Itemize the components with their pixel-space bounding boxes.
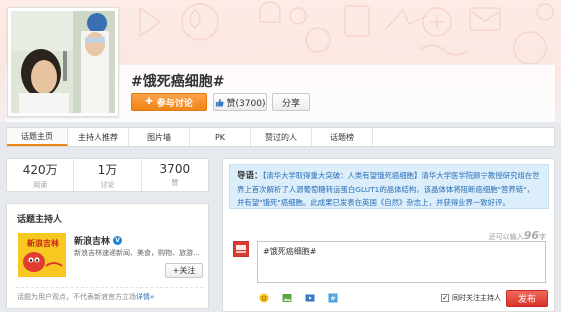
verified-icon: V xyxy=(113,236,123,245)
post-composer[interactable]: #饿死癌细胞# xyxy=(257,241,546,283)
user-avatar-art xyxy=(234,242,248,256)
topic-guide: 导语：【清华大学取得重大突破：人类有望饿死癌细胞】清华大学医学院颜宁教授研究组在… xyxy=(229,164,549,209)
join-discussion-label: 参与讨论 xyxy=(156,98,193,109)
svg-text:#: # xyxy=(330,295,336,303)
guide-text[interactable]: 【清华大学取得重大突破：人类有望饿死癌细胞】清华大学医学院颜宁教授研究组在世界上… xyxy=(237,171,540,207)
stat-discussions-label: 讨论 xyxy=(100,180,115,189)
host-logo-text: 新浪吉林 xyxy=(27,238,59,248)
stat-reads-value: 420万 xyxy=(22,162,58,177)
host-name[interactable]: 新浪吉林 V xyxy=(74,234,123,247)
tab-topic-ranking[interactable]: 话题榜 xyxy=(312,128,373,146)
tab-pk[interactable]: PK xyxy=(190,128,251,146)
tab-liked-users[interactable]: 赞过的人 xyxy=(251,128,312,146)
host-follow-button[interactable]: +关注 xyxy=(165,263,203,278)
join-discussion-button[interactable]: ✚ 参与讨论 xyxy=(131,93,207,111)
stat-discussions: 1万 讨论 xyxy=(73,159,140,191)
tab-host-recommend[interactable]: 主持人推荐 xyxy=(68,128,129,146)
topic-photo xyxy=(11,11,115,113)
topic-stats: 420万 阅读 1万 讨论 3700 赞 xyxy=(6,158,209,192)
char-counter-prefix: 还可以输入 xyxy=(488,233,524,241)
image-icon[interactable] xyxy=(282,293,292,303)
topic-tabs: 话题主页 主持人推荐 图片墙 PK 赞过的人 话题榜 xyxy=(6,127,555,147)
host-name-text: 新浪吉林 xyxy=(74,237,111,247)
divider xyxy=(16,287,203,288)
like-button[interactable]: 赞(3700) xyxy=(213,93,267,111)
thumb-up-icon xyxy=(215,98,224,107)
topic-icon[interactable]: # xyxy=(328,293,338,303)
stat-reads: 420万 阅读 xyxy=(7,159,73,191)
also-follow-host[interactable]: ✓ 同时关注主持人 xyxy=(441,293,501,303)
host-disclaimer: 话题为用户观点，不代表新浪官方立场详情» xyxy=(17,292,154,302)
host-heading: 话题主持人 xyxy=(17,215,63,225)
guide-label: 导语： xyxy=(237,171,263,181)
also-follow-checkbox[interactable]: ✓ xyxy=(441,294,449,302)
char-counter-suffix: 字 xyxy=(539,233,546,241)
stat-likes: 3700 赞 xyxy=(140,159,208,191)
host-panel: 话题主持人 新浪吉林 新浪吉林 V 新浪吉林速递新闻、美食，购物、旅游... +… xyxy=(6,203,209,309)
stat-reads-label: 阅读 xyxy=(33,180,48,189)
share-label: 分享 xyxy=(281,98,300,109)
host-logo[interactable]: 新浪吉林 xyxy=(18,233,66,277)
like-label: 赞(3700) xyxy=(226,98,266,109)
composer-toolbar: # xyxy=(259,293,338,303)
user-avatar[interactable] xyxy=(233,241,249,257)
topic-avatar xyxy=(7,7,119,117)
main-panel: 导语：【清华大学取得重大突破：人类有望饿死癌细胞】清华大学医学院颜宁教授研究组在… xyxy=(222,158,555,312)
publish-button[interactable]: 发布 xyxy=(506,290,548,307)
host-disclaimer-text: 话题为用户观点，不代表新浪官方立场 xyxy=(17,293,136,301)
host-logo-art: 新浪吉林 xyxy=(18,233,66,277)
tab-topic-home[interactable]: 话题主页 xyxy=(7,128,68,146)
plus-icon: ✚ xyxy=(145,97,153,107)
video-icon[interactable] xyxy=(305,293,315,303)
smile-icon[interactable] xyxy=(259,293,269,303)
share-button[interactable]: 分享 xyxy=(272,93,310,111)
host-description: 新浪吉林速递新闻、美食，购物、旅游... xyxy=(74,249,200,257)
stat-likes-label: 赞 xyxy=(171,179,179,187)
page-title: #饿死癌细胞# xyxy=(131,74,225,90)
also-follow-label: 同时关注主持人 xyxy=(452,294,501,302)
details-link[interactable]: 详情» xyxy=(136,293,154,301)
stat-likes-value: 3700 xyxy=(159,162,191,176)
stat-discussions-value: 1万 xyxy=(97,162,118,177)
tab-photo-wall[interactable]: 图片墙 xyxy=(129,128,190,146)
